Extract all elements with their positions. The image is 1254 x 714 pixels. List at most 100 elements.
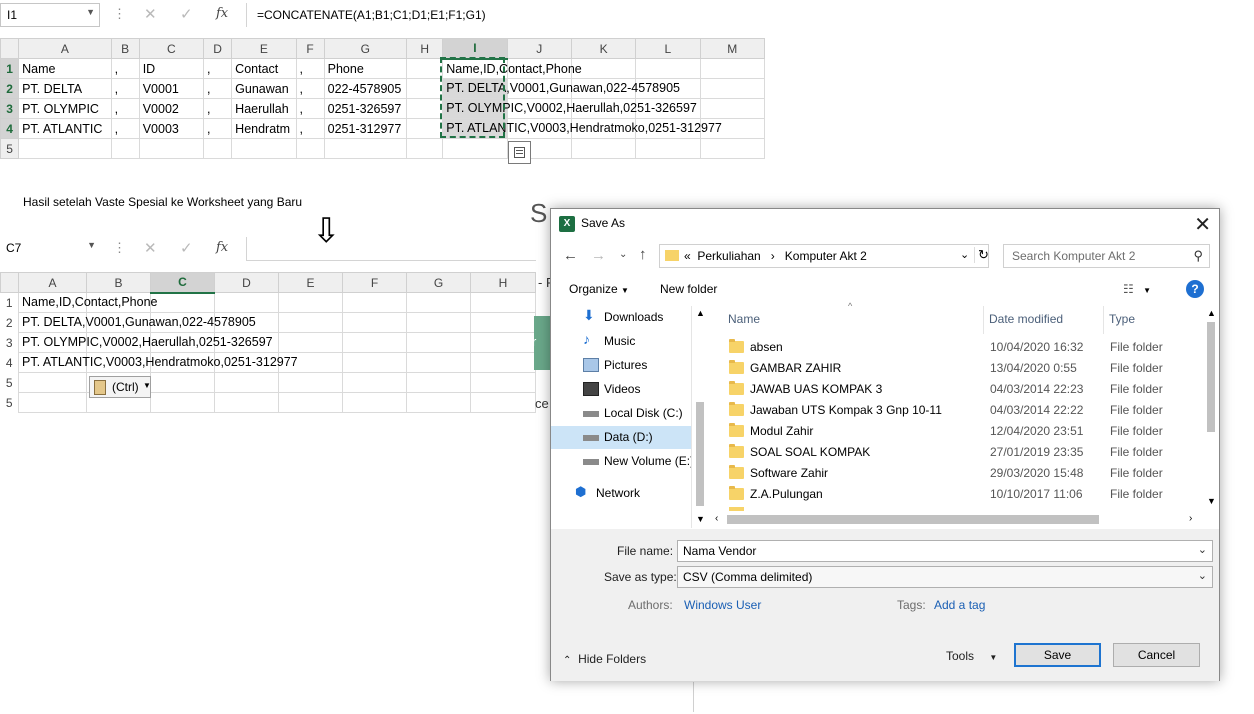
cell[interactable]: [406, 392, 471, 413]
cell[interactable]: ,: [295, 78, 325, 99]
name-box[interactable]: I1 ▼: [0, 3, 100, 27]
cell[interactable]: [342, 312, 407, 333]
col-header[interactable]: D: [214, 272, 279, 293]
cell[interactable]: [203, 138, 233, 159]
cell[interactable]: [214, 372, 279, 393]
formula-bar[interactable]: =CONCATENATE(A1;B1;C1;D1;E1;F1;G1): [246, 3, 765, 27]
row-header[interactable]: 5: [0, 372, 19, 393]
nav-item-network[interactable]: ⬢ Network: [551, 482, 691, 505]
col-header[interactable]: H: [470, 272, 536, 293]
col-header[interactable]: A: [18, 272, 87, 293]
cell[interactable]: [635, 58, 701, 79]
cell[interactable]: [231, 138, 297, 159]
cell[interactable]: [699, 78, 766, 99]
hide-folders-button[interactable]: ⌃ Hide Folders: [563, 652, 646, 666]
col-header[interactable]: A: [18, 38, 112, 59]
nav-item-local-disk-c[interactable]: Local Disk (C:): [551, 402, 691, 425]
cell[interactable]: ,: [203, 118, 233, 139]
row-header[interactable]: 5: [0, 138, 20, 159]
col-header[interactable]: K: [570, 38, 637, 59]
scroll-down-icon[interactable]: ▼: [1207, 496, 1216, 506]
authors-value[interactable]: Windows User: [684, 598, 761, 612]
cell[interactable]: [278, 392, 343, 413]
cell[interactable]: PT. ATLANTIC,V0003,Hendratmoko,0251-3129…: [18, 352, 298, 373]
chevron-down-icon[interactable]: ▼: [86, 7, 95, 17]
cell[interactable]: [442, 138, 508, 159]
cell[interactable]: V0003: [138, 118, 205, 139]
chevron-down-icon[interactable]: ⌄: [1198, 543, 1207, 556]
enter-icon[interactable]: ✓: [180, 5, 193, 23]
cell[interactable]: Haerullah: [231, 98, 297, 119]
nav-item-new-volume-e[interactable]: New Volume (E:): [551, 450, 691, 473]
col-header-selected[interactable]: C: [150, 272, 215, 294]
column-header-name[interactable]: Name: [728, 312, 760, 326]
list-item[interactable]: JAWAB UAS KOMPAK 3 04/03/2014 22:23 File…: [729, 380, 1209, 401]
cell[interactable]: PT. OLYMPIC,V0002,Haerullah,0251-326597: [18, 332, 273, 353]
view-options-button[interactable]: ☷ ▼: [1123, 282, 1151, 296]
breadcrumb-perkuliahan[interactable]: Perkuliahan: [697, 249, 760, 263]
cell[interactable]: [342, 372, 407, 393]
row-header[interactable]: 2: [0, 312, 19, 333]
scroll-up-icon[interactable]: ▲: [696, 308, 705, 318]
cell[interactable]: PT. ATLANTIC: [18, 118, 112, 139]
col-header-selected[interactable]: I: [442, 38, 508, 60]
organize-button[interactable]: Organize ▼: [569, 282, 629, 296]
list-item[interactable]: absen 10/04/2020 16:32 File folder: [729, 338, 1209, 359]
cancel-icon[interactable]: ✕: [144, 5, 157, 23]
file-list-hscrollbar[interactable]: ‹ ›: [711, 511, 1203, 528]
save-button[interactable]: Save: [1014, 643, 1101, 667]
row-header[interactable]: 4: [0, 118, 20, 139]
cell[interactable]: [278, 292, 343, 313]
cell[interactable]: ,: [203, 98, 233, 119]
cancel-icon[interactable]: ✕: [144, 239, 157, 257]
cell[interactable]: Name: [18, 58, 112, 79]
col-header[interactable]: B: [86, 272, 151, 293]
col-header[interactable]: E: [231, 38, 297, 59]
cell[interactable]: [470, 392, 536, 413]
col-header[interactable]: G: [323, 38, 408, 59]
cell[interactable]: ,: [110, 58, 140, 79]
up-arrow-icon[interactable]: ↑: [639, 246, 647, 263]
list-item[interactable]: Software Zahir 29/03/2020 15:48 File fol…: [729, 464, 1209, 485]
list-item[interactable]: GAMBAR ZAHIR 13/04/2020 0:55 File folder: [729, 359, 1209, 380]
row-header[interactable]: 3: [0, 332, 19, 353]
cell[interactable]: [18, 372, 87, 393]
insert-function-icon[interactable]: fx: [216, 240, 228, 255]
cell[interactable]: [150, 292, 215, 313]
row-header[interactable]: 1: [0, 292, 19, 313]
cell[interactable]: [406, 58, 444, 79]
scroll-right-icon[interactable]: ›: [1189, 513, 1192, 524]
col-header[interactable]: B: [110, 38, 140, 59]
col-header[interactable]: M: [699, 38, 766, 59]
cell[interactable]: 022-4578905: [323, 78, 408, 99]
cell[interactable]: V0001: [138, 78, 205, 99]
cell[interactable]: Contact: [231, 58, 297, 79]
help-icon[interactable]: ?: [1186, 280, 1204, 298]
col-header[interactable]: F: [295, 38, 325, 59]
chevron-down-icon[interactable]: ⌄: [960, 248, 969, 261]
cell[interactable]: [138, 138, 205, 159]
cell[interactable]: [406, 138, 444, 159]
name-box-2[interactable]: C7 ▼: [0, 237, 100, 261]
file-list-scrollbar[interactable]: ▲ ▼: [1203, 306, 1220, 511]
col-header[interactable]: C: [138, 38, 205, 59]
paste-options-button[interactable]: (Ctrl) ▼: [89, 376, 151, 398]
close-icon[interactable]: ✕: [1194, 212, 1211, 237]
select-all-corner[interactable]: [0, 272, 19, 293]
row-header[interactable]: 3: [0, 98, 20, 119]
row-header[interactable]: 5: [0, 392, 19, 413]
scrollbar-thumb[interactable]: [696, 402, 704, 506]
nav-pane-scrollbar[interactable]: ▲ ▼: [691, 306, 708, 528]
list-item[interactable]: Modul Zahir 12/04/2020 23:51 File folder: [729, 422, 1209, 443]
scroll-up-icon[interactable]: ▲: [1207, 308, 1216, 318]
nav-item-music[interactable]: ♪ Music: [551, 330, 691, 353]
cell[interactable]: [406, 78, 444, 99]
cell[interactable]: ,: [295, 118, 325, 139]
cell[interactable]: [406, 372, 471, 393]
forward-arrow-icon[interactable]: →: [591, 247, 606, 264]
nav-item-downloads[interactable]: ⬇ Downloads: [551, 306, 691, 329]
select-all-corner[interactable]: [0, 38, 20, 59]
file-name-input[interactable]: Nama Vendor ⌄: [677, 540, 1213, 562]
cell[interactable]: Hendratm: [231, 118, 297, 139]
list-item[interactable]: SOAL SOAL KOMPAK 27/01/2019 23:35 File f…: [729, 443, 1209, 464]
